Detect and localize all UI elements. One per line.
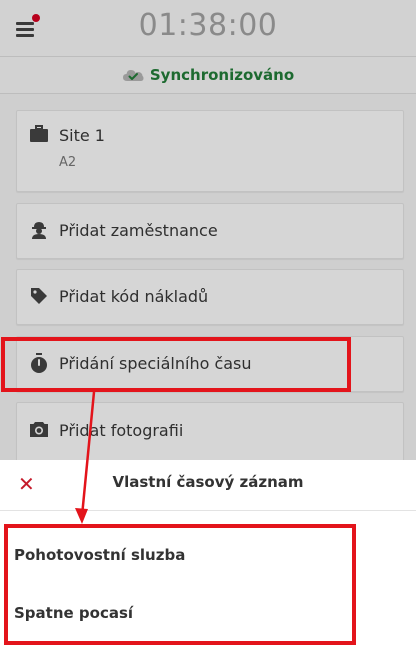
cloud-check-icon: [122, 70, 144, 81]
tag-icon: [31, 288, 47, 304]
site-card[interactable]: Site 1 A2: [16, 110, 404, 192]
sync-status-text: Synchronizováno: [149, 66, 295, 84]
highlight-box-special-time: [1, 337, 351, 392]
camera-icon: [30, 422, 48, 437]
sheet-header: ✕ Vlastní časový záznam: [0, 460, 416, 511]
site-subtitle: A2: [59, 155, 77, 170]
menu-item-label: Přidat fotografii: [59, 421, 184, 440]
site-name: Site 1: [59, 126, 105, 145]
add-employee-button[interactable]: Přidat zaměstnance: [16, 203, 404, 259]
sheet-title: Vlastní časový záznam: [112, 473, 304, 491]
sync-status-bar: Synchronizováno: [0, 57, 416, 94]
menu-item-label: Přidat kód nákladů: [59, 287, 209, 306]
clock-time: 01:38:00: [138, 8, 278, 43]
top-bar: 01:38:00: [0, 0, 416, 57]
briefcase-icon: [30, 125, 48, 142]
add-cost-code-button[interactable]: Přidat kód nákladů: [16, 269, 404, 325]
worker-icon: [32, 222, 46, 239]
menu-item-label: Přidat zaměstnance: [59, 221, 218, 240]
highlight-box-options: [4, 524, 356, 645]
add-photo-button[interactable]: Přidat fotografii: [16, 402, 404, 464]
